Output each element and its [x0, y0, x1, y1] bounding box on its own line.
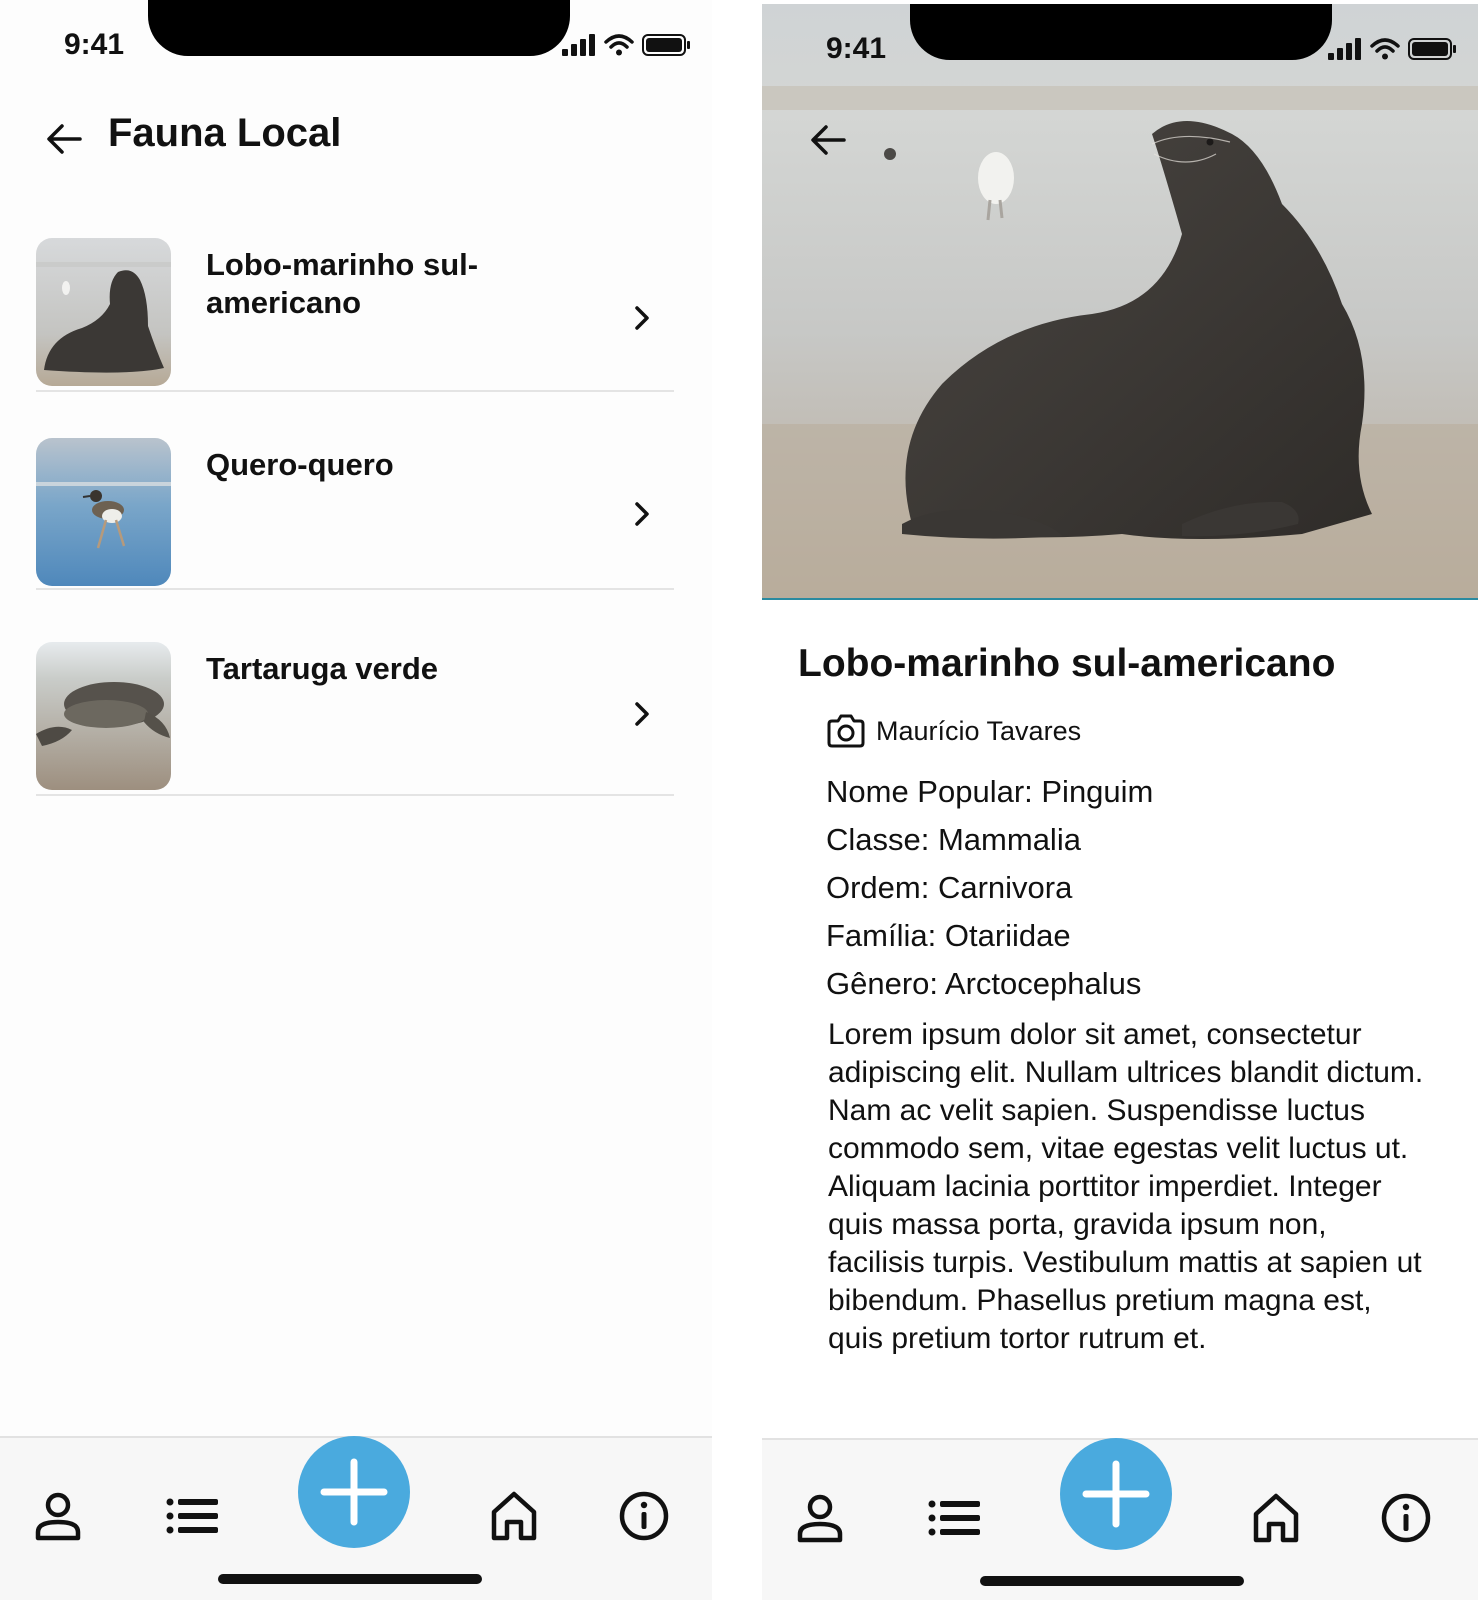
chevron-right-icon — [635, 702, 649, 726]
photo-credit: Maurício Tavares — [826, 714, 1081, 748]
lapwing-thumbnail — [36, 438, 171, 586]
home-indicator — [218, 1574, 482, 1584]
profile-icon[interactable] — [792, 1490, 848, 1546]
species-description: Lorem ipsum dolor sit amet, consectetur … — [828, 1018, 1424, 1355]
chevron-right-icon — [635, 306, 649, 330]
photo-credit-name: Maurício Tavares — [876, 715, 1082, 746]
fact-family: Família: Otariidae — [826, 918, 1071, 953]
chevron-right-icon — [635, 502, 649, 526]
sea-lion-photo — [762, 4, 1478, 598]
cellular-signal-icon — [1328, 38, 1361, 60]
status-icons — [1328, 38, 1456, 60]
add-icon — [320, 1458, 388, 1526]
bottom-nav — [0, 1436, 712, 1600]
list-icon[interactable] — [926, 1490, 982, 1546]
battery-icon — [1408, 38, 1456, 60]
home-icon[interactable] — [1248, 1490, 1304, 1546]
add-icon — [1082, 1460, 1150, 1528]
add-button[interactable] — [1060, 1438, 1172, 1550]
status-time: 9:41 — [64, 28, 125, 61]
fact-genus: Gênero: Arctocephalus — [826, 966, 1142, 1001]
taxonomy-facts: Nome Popular: Pinguim Classe: Mammalia O… — [826, 768, 1153, 1008]
status-bar: 9:41 — [0, 0, 712, 90]
back-arrow-icon[interactable] — [40, 115, 88, 163]
back-arrow-icon[interactable] — [804, 116, 852, 164]
bottom-nav — [762, 1438, 1478, 1600]
wifi-icon — [604, 34, 634, 56]
profile-icon[interactable] — [30, 1488, 86, 1544]
wifi-icon — [1370, 38, 1400, 60]
species-detail-screen: 9:41 Lobo-marinho sul-americano Maurício… — [762, 0, 1478, 1600]
info-icon[interactable] — [616, 1488, 672, 1544]
camera-icon — [827, 714, 865, 748]
turtle-thumbnail — [36, 642, 171, 790]
info-icon[interactable] — [1378, 1490, 1434, 1546]
species-title: Lobo-marinho sul-americano — [798, 642, 1336, 685]
home-icon[interactable] — [486, 1488, 542, 1544]
status-time: 9:41 — [826, 32, 887, 65]
species-hero-photo — [762, 4, 1478, 600]
list-item-lobo-marinho[interactable]: Lobo-marinho sul-americano — [36, 238, 674, 392]
status-icons — [562, 34, 690, 56]
home-indicator — [980, 1576, 1244, 1586]
device-notch — [148, 0, 570, 56]
page-title: Fauna Local — [108, 111, 342, 155]
list-item-label: Tartaruga verde — [206, 651, 439, 686]
add-button[interactable] — [298, 1436, 410, 1548]
fact-popular-name: Nome Popular: Pinguim — [826, 774, 1154, 809]
fact-order: Ordem: Carnivora — [826, 870, 1073, 905]
list-item-quero-quero[interactable]: Quero-quero — [36, 438, 674, 590]
list-icon[interactable] — [164, 1488, 220, 1544]
status-bar: 9:41 — [762, 0, 1478, 90]
list-item-label: Lobo-marinho sul-americano — [206, 247, 479, 320]
species-list-screen: 9:41 Fauna Local Lobo-marinho sul-americ… — [0, 0, 712, 1600]
device-notch — [910, 4, 1332, 60]
app-bar: Fauna Local — [0, 105, 712, 169]
sea-lion-thumbnail — [36, 238, 171, 386]
list-item-label: Quero-quero — [206, 447, 394, 482]
list-item-tartaruga-verde[interactable]: Tartaruga verde — [36, 642, 674, 796]
cellular-signal-icon — [562, 34, 595, 56]
fact-class: Classe: Mammalia — [826, 822, 1081, 857]
battery-icon — [642, 34, 690, 56]
